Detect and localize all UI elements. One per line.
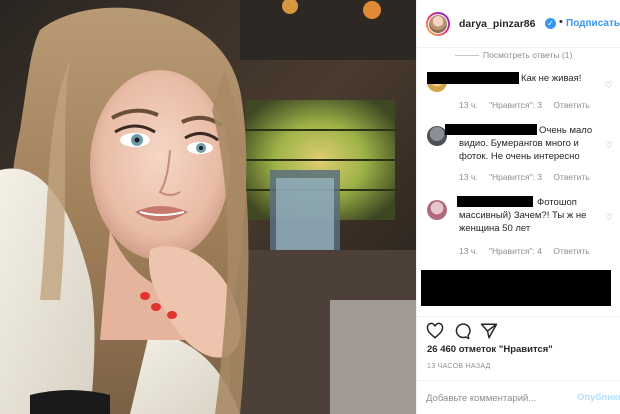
post-header: darya_pinzar86 ✓ • Подписаться xyxy=(417,0,620,48)
redacted-username xyxy=(427,72,519,84)
post-timestamp: 13 ЧАСОВ НАЗАД xyxy=(427,363,491,370)
comment-like-heart-icon[interactable]: ♡ xyxy=(605,80,613,91)
comment-text-line1: Очень мало xyxy=(539,125,593,136)
share-icon[interactable] xyxy=(480,322,498,340)
comment-input[interactable] xyxy=(426,390,574,406)
comment-likes[interactable]: "Нравится": 3 xyxy=(489,172,542,182)
follow-button[interactable]: Подписаться xyxy=(566,18,620,29)
comment-text-line1: Фотошоп xyxy=(537,197,577,208)
avatar[interactable] xyxy=(427,200,447,220)
comment-time: 13 ч. xyxy=(459,100,478,110)
avatar[interactable] xyxy=(427,126,447,146)
comment-text: видио. Бумерангов много и фоток. Не очен… xyxy=(459,138,580,162)
reply-button[interactable]: Ответить xyxy=(553,100,589,110)
view-replies-label: Посмотреть ответы (1) xyxy=(483,50,573,60)
comment-time: 13 ч. xyxy=(459,172,478,182)
reply-button[interactable]: Ответить xyxy=(553,172,589,182)
username[interactable]: darya_pinzar86 xyxy=(459,18,535,30)
add-comment-bar: Опубликовать xyxy=(417,380,620,414)
comment-text: массивный) Зачем?! Ты ж не женщина 50 ле… xyxy=(459,210,587,234)
redacted-username xyxy=(457,196,533,207)
comment-like-heart-icon[interactable]: ♡ xyxy=(605,212,613,223)
reply-button[interactable]: Ответить xyxy=(553,246,589,256)
separator: • xyxy=(559,16,563,28)
post-photo xyxy=(0,0,416,414)
heart-icon[interactable] xyxy=(426,322,444,340)
comment-likes[interactable]: "Нравится": 3 xyxy=(489,100,542,110)
comment-meta: 13 ч. "Нравится": 4 Ответить xyxy=(459,246,599,256)
redacted-username xyxy=(445,124,537,135)
view-replies-link[interactable]: Посмотреть ответы (1) xyxy=(455,50,572,60)
publish-button[interactable]: Опубликовать xyxy=(577,392,620,403)
verified-badge-icon: ✓ xyxy=(545,18,556,29)
comment-time: 13 ч. xyxy=(459,246,478,256)
likes-count[interactable]: 26 460 отметок "Нравится" xyxy=(427,344,553,355)
action-bar xyxy=(417,316,620,344)
comment-like-heart-icon[interactable]: ♡ xyxy=(605,140,613,151)
comment-likes[interactable]: "Нравится": 4 xyxy=(489,246,542,256)
avatar[interactable] xyxy=(426,12,450,36)
comment-meta: 13 ч. "Нравится": 3 Ответить xyxy=(459,100,599,110)
redacted-comment xyxy=(421,270,611,306)
comment-meta: 13 ч. "Нравится": 3 Ответить xyxy=(459,172,599,182)
comment-text: Как не живая! xyxy=(521,73,582,84)
comment-icon[interactable] xyxy=(453,322,471,340)
comments-list: Посмотреть ответы (1) Как не живая! 13 ч… xyxy=(417,48,620,316)
post-image xyxy=(0,0,416,414)
post-sidebar: darya_pinzar86 ✓ • Подписаться Посмотрет… xyxy=(416,0,620,414)
